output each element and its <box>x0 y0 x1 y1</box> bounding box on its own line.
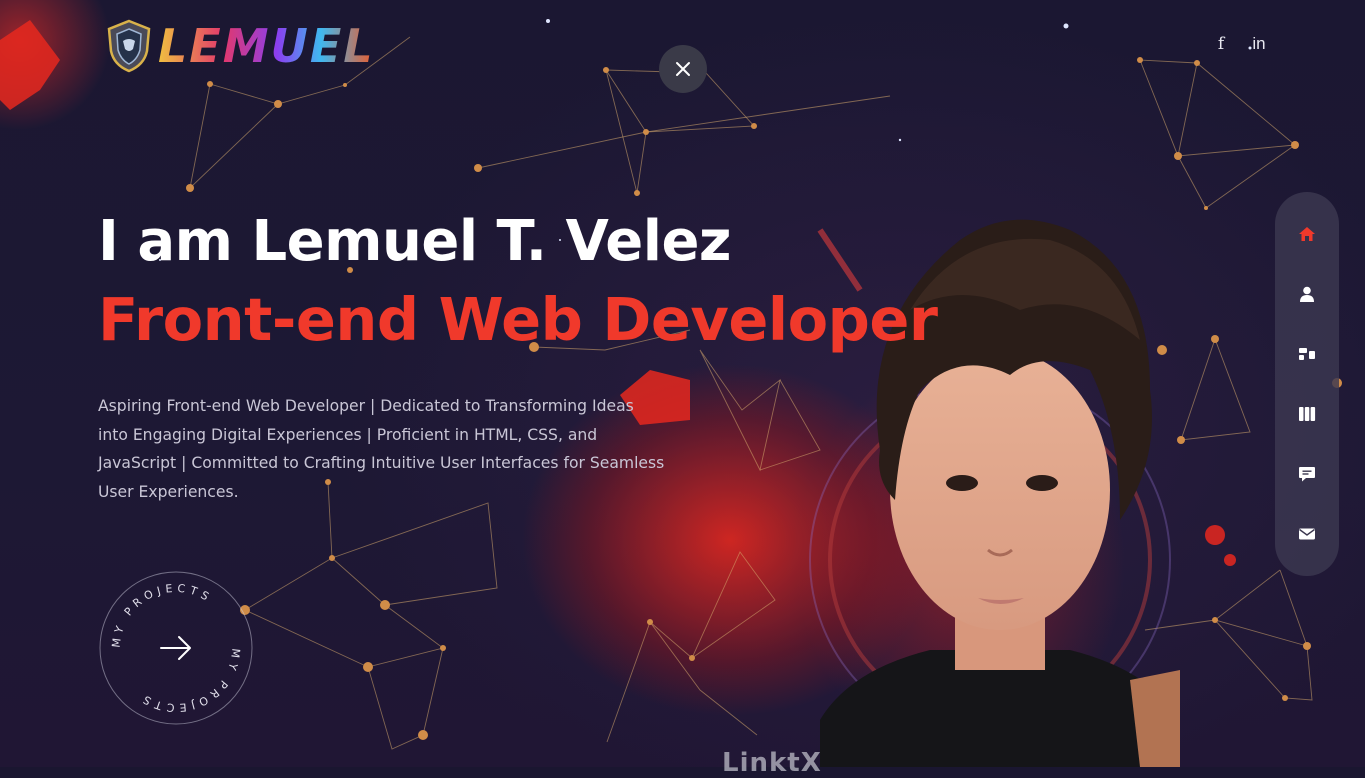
shield-logo-icon <box>107 19 151 73</box>
linkedin-icon[interactable]: in <box>1251 34 1267 54</box>
shirt-text: LinktX <box>722 748 822 778</box>
nav-item-testimonials[interactable] <box>1287 454 1327 494</box>
close-icon <box>676 62 690 76</box>
logo-text: LEMUEL <box>158 19 375 73</box>
envelope-icon <box>1299 528 1315 540</box>
nav-item-contact[interactable] <box>1287 514 1327 554</box>
user-icon <box>1300 286 1314 302</box>
nav-item-portfolio[interactable] <box>1287 394 1327 434</box>
nav-item-services[interactable] <box>1287 334 1327 374</box>
hero-title: I am Lemuel T. Velez <box>98 209 732 274</box>
nav-item-about[interactable] <box>1287 274 1327 314</box>
my-projects-button[interactable]: MY PROJECTS MY PROJECTS <box>98 570 254 726</box>
close-button[interactable] <box>659 45 707 93</box>
home-icon <box>1299 227 1315 241</box>
brand-logo[interactable]: LEMUEL <box>106 18 375 74</box>
chat-icon <box>1299 467 1315 482</box>
columns-icon <box>1299 407 1316 421</box>
social-links: f in <box>1213 34 1267 54</box>
hero-description: Aspiring Front-end Web Developer | Dedic… <box>98 397 665 502</box>
arrow-right-icon <box>160 636 191 660</box>
services-icon <box>1299 348 1315 360</box>
side-navigation <box>1275 192 1339 576</box>
hero-subtitle: Front-end Web Developer <box>98 285 938 354</box>
facebook-icon[interactable]: f <box>1213 34 1229 54</box>
nav-item-home[interactable] <box>1287 214 1327 254</box>
